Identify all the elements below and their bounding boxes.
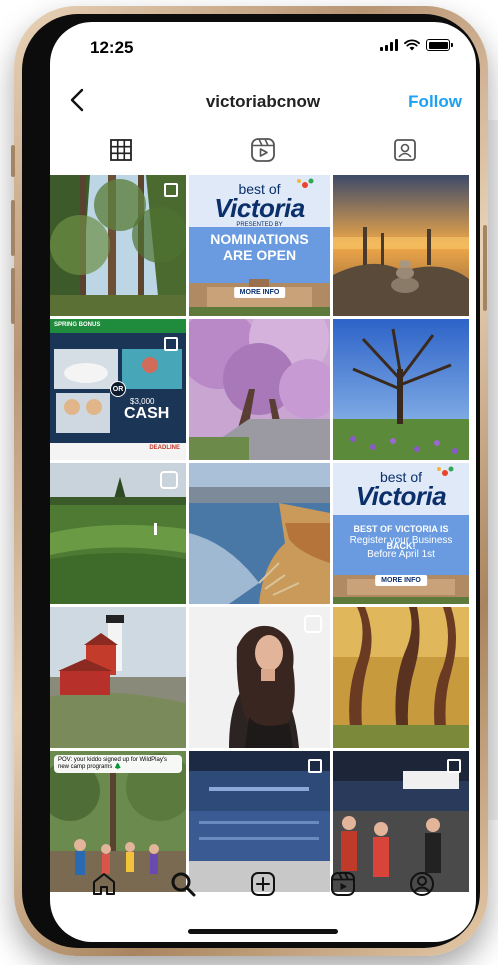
post-caption: POV: your kiddo signed up for WildPlay's… [54,755,182,773]
post-fisgard-lighthouse[interactable] [50,607,186,748]
multi-post-icon [308,759,322,773]
post-best-of-victoria-nominations[interactable]: best of Victoria PRESENTED BY NOMINATION… [189,175,330,316]
mute-switch [11,145,15,177]
deadline-label: DEADLINE [149,445,180,451]
post-cherry-blossoms[interactable] [189,319,330,460]
oak-tree-image [333,319,469,460]
follow-button[interactable]: Follow [408,92,462,112]
bottom-nav [50,854,476,914]
multi-post-icon [164,183,178,197]
new-post-icon[interactable] [250,871,276,897]
power-button [483,225,487,311]
screen: 12:25 victoriabcnow Follow best of Victo… [50,22,476,942]
bov-sub-line2: Before April 1st [367,549,435,560]
post-golf-course[interactable] [50,463,186,604]
post-woman-portrait[interactable] [189,607,330,748]
post-forest-ropes[interactable] [50,175,186,316]
more-info-button: MORE INFO [375,575,427,586]
tab-tagged[interactable] [334,130,476,170]
coastline-image [189,463,330,604]
volume-down-button [11,268,15,324]
grid-icon [110,139,132,161]
sunset-image [333,175,469,316]
bov-sub-line1: Register your Business [349,535,453,546]
post-best-of-victoria-back[interactable]: best of Victoria BEST OF VICTORIA IS BAC… [333,463,469,604]
multi-post-icon [164,337,178,351]
cherry-blossom-image [189,319,330,460]
or-badge: OR [110,381,126,397]
forest-trees-image [333,607,469,748]
bov-headline-line2: ARE OPEN [222,247,297,263]
post-trembling-forest[interactable] [333,607,469,748]
signal-icon [380,39,398,51]
lighthouse-image [50,607,186,748]
post-sunset-rocks[interactable] [333,175,469,316]
wifi-icon [404,39,420,51]
tagged-icon [394,139,416,161]
post-garry-oak-wildflowers[interactable] [333,319,469,460]
bov-headline-line1: NOMINATIONS [210,231,309,247]
home-indicator [188,929,338,934]
bov-presented: PRESENTED BY [236,222,283,228]
volume-up-button [11,200,15,256]
tab-reels[interactable] [192,130,334,170]
bov-big-title: Victoria [214,193,305,223]
status-icons [380,39,453,51]
reels-icon[interactable] [330,871,356,897]
cash-label: CASH [124,405,170,422]
profile-header: victoriabcnow Follow [50,80,476,120]
bov-big-title: Victoria [355,481,447,511]
more-info-button: MORE INFO [233,287,286,298]
multi-post-icon [447,759,461,773]
profile-tabs [50,130,476,170]
reels-icon [251,138,275,162]
battery-icon [426,39,453,51]
reel-icon [304,615,322,633]
home-icon[interactable] [91,871,117,897]
spring-bonus-label: SPRING BONUS [54,322,101,328]
posts-grid: best of Victoria PRESENTED BY NOMINATION… [50,175,476,892]
search-icon[interactable] [170,871,196,897]
post-coastline[interactable] [189,463,330,604]
profile-icon[interactable] [409,871,435,897]
reel-icon [160,471,178,489]
status-time: 12:25 [90,38,134,57]
tab-grid[interactable] [50,130,192,170]
post-spring-bonus-ad[interactable]: SPRING BONUS OR $3,000 CASH DEADLINE [50,319,186,460]
